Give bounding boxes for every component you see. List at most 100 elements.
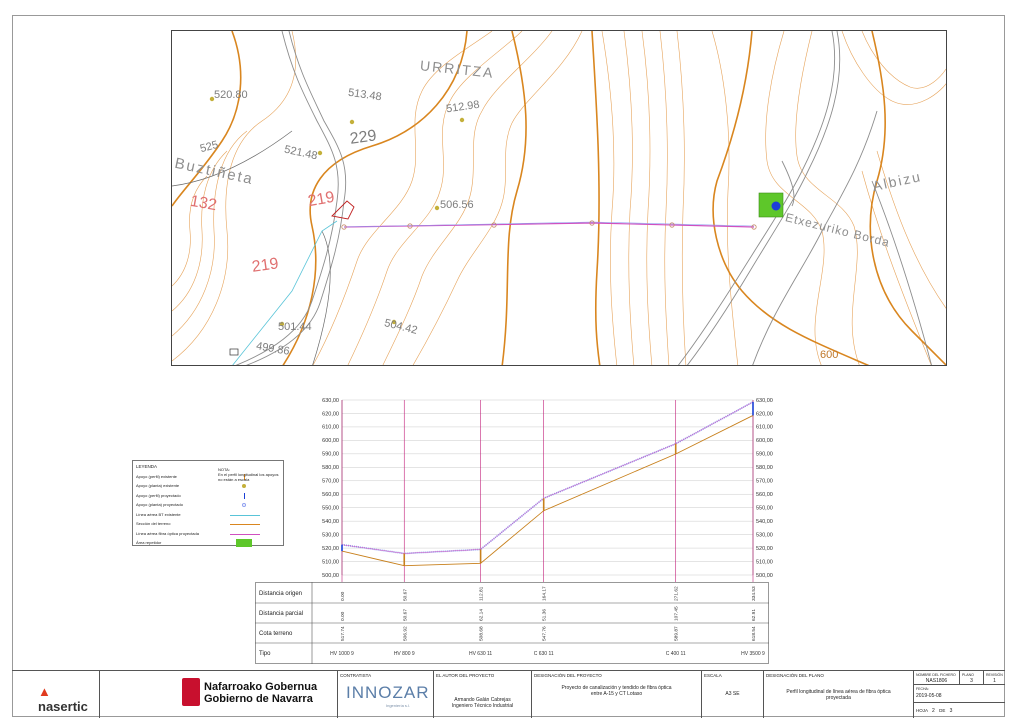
spot-elevation: 520.80 — [214, 89, 248, 101]
legend-item: Sección del terreno — [136, 520, 280, 530]
y-tick-label-right: 550,00 — [756, 505, 773, 511]
gov-name-basque: Nafarroako Gobernua — [204, 681, 318, 693]
y-tick-label-right: 590,00 — [756, 452, 773, 458]
sheet-total: 3 — [949, 708, 953, 714]
y-tick-label-left: 620,00 — [322, 411, 339, 417]
sheet-number: 2 — [932, 708, 935, 714]
y-tick-label-left: 610,00 — [322, 425, 339, 431]
table-cell-value: 107.45 — [674, 606, 680, 621]
revision-number: 1 — [993, 678, 996, 684]
table-cell-value: 0.00 — [340, 611, 346, 621]
table-support-type: HV 1000 9 — [330, 651, 354, 657]
legend-item: Línea aérea BT existente — [136, 510, 280, 520]
table-cell-value: 51.36 — [542, 609, 548, 621]
plan-title-line2: proyectada — [826, 695, 851, 701]
table-cell-value: 112.81 — [479, 586, 485, 601]
y-tick-label-right: 500,00 — [756, 573, 773, 579]
table-cell-value: 62.91 — [751, 609, 757, 621]
legend-item: Apoyo (planta) existente — [136, 482, 280, 492]
profile-plot: 630,00 630,00 620,00 620,00 610,00 610,00 600,… — [322, 398, 773, 583]
date-value: 2019-05-08 — [916, 693, 942, 699]
table-row-label: Distancia parcial — [259, 611, 303, 617]
legend-item: Apoyo (planta) proyectado — [136, 501, 280, 511]
table-cell-value: 50.67 — [402, 609, 408, 621]
note-text: En el perfil longitudinal los apoyos no … — [218, 472, 279, 482]
map-drawing — [172, 31, 946, 365]
table-cell-value: 334.53 — [751, 586, 757, 601]
nasertic-mark-icon: ▲ — [38, 684, 51, 699]
table-cell-value: 271.62 — [674, 586, 680, 601]
legend-note: NOTA: En el perfil longitudinal los apoy… — [218, 467, 280, 482]
y-tick-label-left: 600,00 — [322, 438, 339, 444]
y-tick-label-left: 570,00 — [322, 479, 339, 485]
table-cell-value: 508.68 — [479, 626, 485, 641]
y-tick-label-right: 630,00 — [756, 398, 773, 404]
spot-elevation: 501.44 — [278, 321, 312, 333]
title-block: ▲ nasertic Nafarroako Gobernua Gobierno … — [12, 670, 1005, 718]
nasertic-logo: ▲ nasertic — [38, 684, 88, 714]
innozar-logo: INNOZAR — [346, 683, 430, 702]
tb-file-cell: NOMBRE DEL FICHERO NAS1806 — [914, 671, 960, 685]
project-title-line2: entre A-15 y CT Lotaso — [590, 691, 643, 697]
tb-author-cell: EL AUTOR DEL PROYECTO Armando Galán Cabr… — [434, 671, 532, 718]
y-tick-label-left: 580,00 — [322, 465, 339, 471]
y-tick-label-left: 530,00 — [322, 532, 339, 538]
y-tick-label-left: 630,00 — [322, 398, 339, 404]
table-cell-value: 517.74 — [340, 626, 346, 641]
table-cell-value: 506.92 — [402, 626, 408, 641]
y-tick-label-left: 500,00 — [322, 573, 339, 579]
table-cell-value: 164.17 — [542, 586, 548, 601]
table-support-type: C 400 11 — [666, 651, 686, 657]
navarra-shield-icon — [182, 678, 200, 706]
table-support-type: HV 630 11 — [469, 651, 492, 657]
fiber-line-halo — [341, 401, 754, 555]
profile-table: Distancia origen Distancia parcial Cota te… — [255, 582, 769, 664]
spot-elevation: 506.56 — [440, 199, 474, 211]
table-cell-value: 0.00 — [340, 591, 346, 601]
y-tick-label-left: 520,00 — [322, 546, 339, 552]
y-tick-label-left: 550,00 — [322, 505, 339, 511]
innozar-subtitle: Ingeniería s.l. — [386, 703, 411, 708]
longitudinal-profile-chart: 630,00 630,00 620,00 620,00 610,00 610,00 600,… — [285, 392, 775, 583]
table-row-label: Distancia origen — [259, 591, 302, 597]
tb-plan-number-cell: PLANO 3 — [960, 671, 984, 685]
y-tick-label-right: 620,00 — [756, 411, 773, 417]
parcel-number: 229 — [348, 127, 378, 148]
y-tick-label-right: 520,00 — [756, 546, 773, 552]
tb-revision-cell: REVISIÓN 1 — [984, 671, 1005, 685]
parcel-number: 219 — [250, 255, 280, 276]
tb-plan-cell: DESIGNACIÓN DEL PLANO Perfil longitudina… — [764, 671, 914, 718]
table-cell-value: 62.14 — [479, 609, 485, 621]
table-support-type: HV 3500 9 — [741, 651, 765, 657]
y-tick-label-left: 560,00 — [322, 492, 339, 498]
y-tick-label-left: 590,00 — [322, 452, 339, 458]
y-tick-label-right: 560,00 — [756, 492, 773, 498]
author-role: Ingeniero Técnico Industrial — [451, 703, 514, 709]
y-tick-label-left: 510,00 — [322, 559, 339, 565]
tb-scale-cell: ESCALA A3 SE — [702, 671, 764, 718]
legend-item: Área repetidor — [136, 539, 280, 549]
table-row-label: Tipo — [259, 651, 271, 657]
y-tick-label-right: 530,00 — [756, 532, 773, 538]
y-tick-label-right: 570,00 — [756, 479, 773, 485]
table-support-type: C 630 11 — [534, 651, 554, 657]
tb-contratista-cell: CONTRATISTA INNOZAR Ingeniería s.l. — [338, 671, 434, 718]
terrain-profile-line — [341, 415, 754, 567]
table-cell-value: 50.67 — [402, 589, 408, 601]
gov-name-spanish: Gobierno de Navarra — [204, 693, 313, 705]
scale-value: A3 SE — [725, 691, 740, 697]
table-support-type: HV 800 9 — [394, 651, 415, 657]
legend-item: Apoyo (perfil) proyectado — [136, 491, 280, 501]
tb-date-cell: FECHA: 2019-05-08 — [914, 685, 1005, 703]
table-cell-value: 547.76 — [542, 626, 548, 641]
tb-gov-cell: Nafarroako Gobernua Gobierno de Navarra — [100, 671, 338, 718]
y-tick-label-right: 580,00 — [756, 465, 773, 471]
y-tick-label-left: 540,00 — [322, 519, 339, 525]
table-row-label: Cota terreno — [259, 631, 293, 637]
y-tick-label-right: 600,00 — [756, 438, 773, 444]
profile-table-grid: Distancia origen Distancia parcial Cota te… — [255, 582, 769, 664]
plan-map: URRITZA Buztiñeta Albizu Etxezuriko Bord… — [171, 30, 947, 366]
y-tick-label-right: 610,00 — [756, 425, 773, 431]
legend-item: Línea aérea fibra óptica proyectada — [136, 529, 280, 539]
tb-sheet-cell: HOJA 2 DE 3 — [916, 708, 953, 714]
